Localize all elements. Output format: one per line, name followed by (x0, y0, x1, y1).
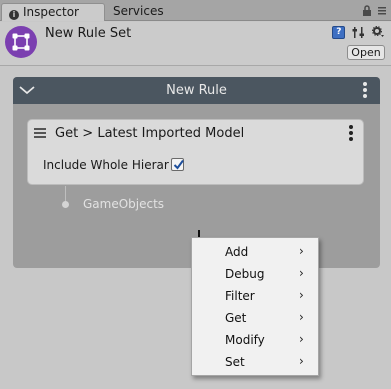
menu-item-add[interactable]: Add › (192, 241, 318, 263)
menu-item-label: Add (225, 245, 249, 259)
menu-item-get[interactable]: Get › (192, 307, 318, 329)
include-hierarchy-label: Include Whole Hierarchy (43, 158, 169, 172)
submenu-arrow-icon: › (299, 288, 304, 302)
tabbar-controls (362, 5, 388, 18)
header-icons: ? (329, 26, 385, 40)
rule-header[interactable]: New Rule (13, 77, 380, 104)
rule-more-icon[interactable] (363, 82, 367, 100)
submenu-arrow-icon: › (299, 266, 304, 280)
context-menu: Add › Debug › Filter › Get › Modify › Se… (191, 237, 319, 376)
settings-icon[interactable] (372, 26, 385, 39)
operation-card: Get > Latest Imported Model Include Whol… (27, 119, 364, 185)
output-port-dot[interactable] (62, 201, 69, 208)
menu-item-label: Filter (225, 289, 255, 303)
submenu-arrow-icon: › (299, 332, 304, 346)
menu-item-label: Debug (225, 267, 265, 281)
checkmark-icon (173, 159, 184, 170)
menu-item-label: Modify (225, 333, 265, 347)
output-port-label: GameObjects (83, 197, 165, 211)
menu-icon[interactable] (377, 5, 387, 16)
inspector-header: New Rule Set ? Open (0, 22, 391, 66)
lock-icon[interactable] (362, 5, 372, 16)
tab-inspector[interactable]: i Inspector (1, 3, 105, 21)
menu-item-set[interactable]: Set › (192, 351, 318, 373)
tab-inspector-label: Inspector (23, 5, 79, 19)
rule-title: New Rule (166, 83, 227, 98)
asset-title: New Rule Set (45, 26, 132, 41)
operation-more-icon[interactable] (349, 125, 353, 143)
presets-icon[interactable] (352, 26, 365, 39)
open-button[interactable]: Open (347, 45, 385, 60)
drag-handle-icon[interactable] (34, 128, 46, 140)
menu-item-modify[interactable]: Modify › (192, 329, 318, 351)
submenu-arrow-icon: › (299, 354, 304, 368)
menu-item-debug[interactable]: Debug › (192, 263, 318, 285)
menu-item-filter[interactable]: Filter › (192, 285, 318, 307)
include-hierarchy-checkbox[interactable] (171, 158, 184, 171)
submenu-arrow-icon: › (299, 310, 304, 324)
tab-bar: i Inspector Services (0, 0, 391, 21)
tab-services[interactable]: Services (113, 3, 164, 21)
menu-item-label: Get (225, 311, 247, 325)
menu-item-label: Set (225, 355, 245, 369)
operation-title: Get > Latest Imported Model (55, 126, 245, 141)
rule-set-icon (5, 26, 37, 58)
info-icon: i (9, 10, 19, 20)
help-icon[interactable]: ? (332, 26, 346, 39)
submenu-arrow-icon: › (299, 244, 304, 258)
tab-services-label: Services (113, 4, 164, 18)
